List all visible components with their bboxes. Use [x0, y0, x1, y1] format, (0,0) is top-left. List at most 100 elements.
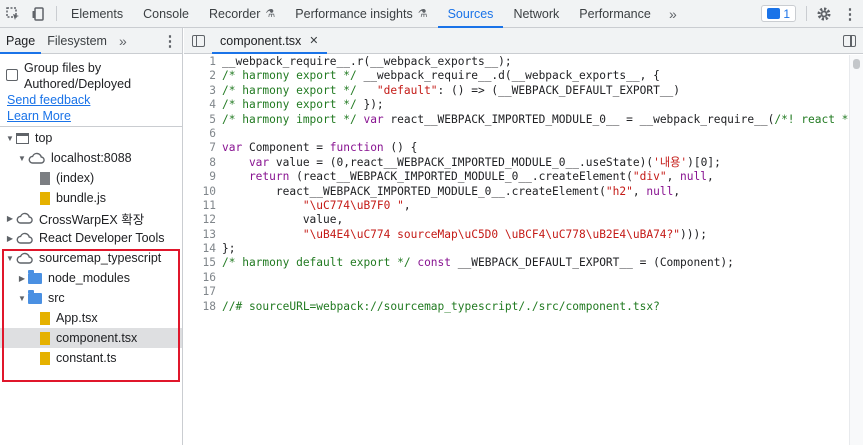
code-text: value = (0,react__WEBPACK_IMPORTED_MODUL… — [269, 155, 654, 169]
frame-icon — [16, 132, 29, 144]
tree-node-label: localhost:8088 — [51, 151, 132, 165]
line-number[interactable]: 8 — [184, 156, 222, 170]
group-files-checkbox[interactable] — [6, 69, 18, 81]
tab-console[interactable]: Console — [133, 0, 199, 27]
toggle-navigator-icon[interactable] — [184, 28, 212, 53]
toolbar-divider — [56, 6, 57, 21]
code-string: "default" — [356, 83, 438, 97]
tree-node-component-tsx[interactable]: component.tsx — [0, 328, 182, 348]
tree-node-node-modules[interactable]: ▶ node_modules — [0, 268, 182, 288]
line-number[interactable]: 10 — [184, 185, 222, 199]
code-line: 2/* harmony export */ __webpack_require_… — [184, 69, 849, 83]
code-line: 11 "\uC774\uB7F0 ", — [184, 199, 849, 213]
expand-arrow-icon[interactable]: ▼ — [4, 254, 16, 263]
ts-file-icon — [40, 351, 50, 365]
cloud-icon — [16, 232, 33, 244]
more-navigator-tabs-icon[interactable]: » — [113, 28, 133, 53]
tree-node-label: component.tsx — [56, 331, 138, 345]
code-comment: /* harmony import */ — [222, 112, 357, 126]
tab-recorder[interactable]: Recorder ⚗ — [199, 0, 285, 27]
code-line: 6 — [184, 127, 849, 141]
code-text: : () => (__WEBPACK_DEFAULT_EXPORT__) — [437, 83, 681, 97]
line-number[interactable]: 18 — [184, 300, 222, 314]
tree-node-index[interactable]: (index) — [0, 168, 182, 188]
group-options: Group files by Authored/Deployed Send fe… — [0, 54, 182, 127]
scrollbar-thumb[interactable] — [853, 59, 860, 69]
toolbar-right: 1 ⋮ — [751, 0, 863, 27]
tab-performance-insights[interactable]: Performance insights ⚗ — [285, 0, 437, 27]
tab-page[interactable]: Page — [0, 28, 42, 54]
toggle-debugger-icon[interactable] — [835, 28, 863, 53]
expand-arrow-icon[interactable]: ▼ — [4, 134, 16, 143]
more-tabs-icon[interactable]: » — [661, 0, 685, 27]
cloud-icon — [16, 212, 33, 224]
line-number[interactable]: 17 — [184, 285, 222, 299]
tab-filesystem[interactable]: Filesystem — [41, 28, 113, 53]
vertical-scrollbar[interactable] — [849, 55, 863, 445]
tab-performance[interactable]: Performance — [569, 0, 661, 27]
tree-node-bundle-js[interactable]: bundle.js — [0, 188, 182, 208]
code-text: ))); — [680, 227, 707, 241]
code-comment: /*! react */ — [774, 112, 849, 126]
line-number[interactable]: 12 — [184, 213, 222, 227]
tab-label: Network — [513, 6, 560, 21]
tab-network[interactable]: Network — [503, 0, 569, 27]
line-number[interactable]: 14 — [184, 242, 222, 256]
code-line: 16 — [184, 271, 849, 285]
tree-node-react-devtools[interactable]: ▶ React Developer Tools — [0, 228, 182, 248]
code-comment: /* harmony default export */ — [222, 256, 411, 270]
expand-arrow-icon[interactable]: ▼ — [16, 294, 28, 303]
collapse-arrow-icon[interactable]: ▶ — [16, 274, 28, 283]
code-text: value, — [222, 213, 344, 227]
inspect-icon[interactable] — [0, 0, 26, 27]
tree-node-top[interactable]: ▼ top — [0, 128, 182, 148]
issues-count: 1 — [783, 6, 790, 21]
line-number[interactable]: 2 — [184, 69, 222, 83]
tab-elements[interactable]: Elements — [61, 0, 133, 27]
code-comment: //# sourceURL=webpack://sourcemap_typesc… — [222, 299, 660, 313]
collapse-arrow-icon[interactable]: ▶ — [4, 234, 16, 243]
learn-more-link[interactable]: Learn More — [7, 108, 176, 124]
code-keyword: var — [222, 155, 270, 169]
line-number[interactable]: 13 — [184, 228, 222, 242]
code-line: 12 value, — [184, 213, 849, 227]
tree-node-label: src — [48, 291, 65, 305]
line-number[interactable]: 5 — [184, 113, 222, 127]
line-number[interactable]: 7 — [184, 141, 222, 155]
send-feedback-link[interactable]: Send feedback — [7, 92, 176, 108]
line-number[interactable]: 9 — [184, 170, 222, 184]
ts-file-icon — [40, 311, 50, 325]
editor-file-tab[interactable]: component.tsx ✕ — [212, 28, 327, 54]
tree-node-constant-ts[interactable]: constant.ts — [0, 348, 182, 368]
tab-sources[interactable]: Sources — [437, 0, 504, 28]
line-number[interactable]: 1 — [184, 55, 222, 69]
flask-icon: ⚗ — [417, 8, 428, 20]
line-number[interactable]: 4 — [184, 98, 222, 112]
tree-node-localhost[interactable]: ▼ localhost:8088 — [0, 148, 182, 168]
folder-icon — [28, 289, 42, 304]
code-text: , — [403, 198, 411, 212]
device-toggle-icon[interactable] — [26, 0, 52, 27]
code-string: "\uC774\uB7F0 " — [302, 198, 404, 212]
code-area[interactable]: 1 __webpack_require__.r(__webpack_exports… — [184, 55, 849, 445]
line-number[interactable]: 6 — [184, 127, 222, 141]
line-number[interactable]: 3 — [184, 84, 222, 98]
code-line: 1 __webpack_require__.r(__webpack_exports… — [184, 55, 849, 69]
kebab-menu-icon[interactable]: ⋮ — [837, 0, 863, 27]
line-number[interactable]: 16 — [184, 271, 222, 285]
code-keyword: function — [329, 141, 384, 155]
tree-node-src[interactable]: ▼ src — [0, 288, 182, 308]
line-number[interactable]: 15 — [184, 256, 222, 270]
tree-node-sourcemap-typescript[interactable]: ▼ sourcemap_typescript — [0, 248, 182, 268]
tree-node-crosswarp[interactable]: ▶ CrossWarpEX 확장 — [0, 208, 182, 228]
tree-node-app-tsx[interactable]: App.tsx — [0, 308, 182, 328]
ts-file-icon — [40, 331, 50, 345]
close-icon[interactable]: ✕ — [309, 34, 318, 47]
navigator-kebab-icon[interactable]: ⋮ — [158, 28, 182, 53]
issues-button[interactable]: 1 — [761, 5, 796, 22]
expand-arrow-icon[interactable]: ▼ — [16, 154, 28, 163]
devtools-toolbar: Elements Console Recorder ⚗ Performance i… — [0, 0, 863, 28]
collapse-arrow-icon[interactable]: ▶ — [4, 214, 16, 223]
line-number[interactable]: 11 — [184, 199, 222, 213]
settings-icon[interactable] — [811, 0, 837, 27]
